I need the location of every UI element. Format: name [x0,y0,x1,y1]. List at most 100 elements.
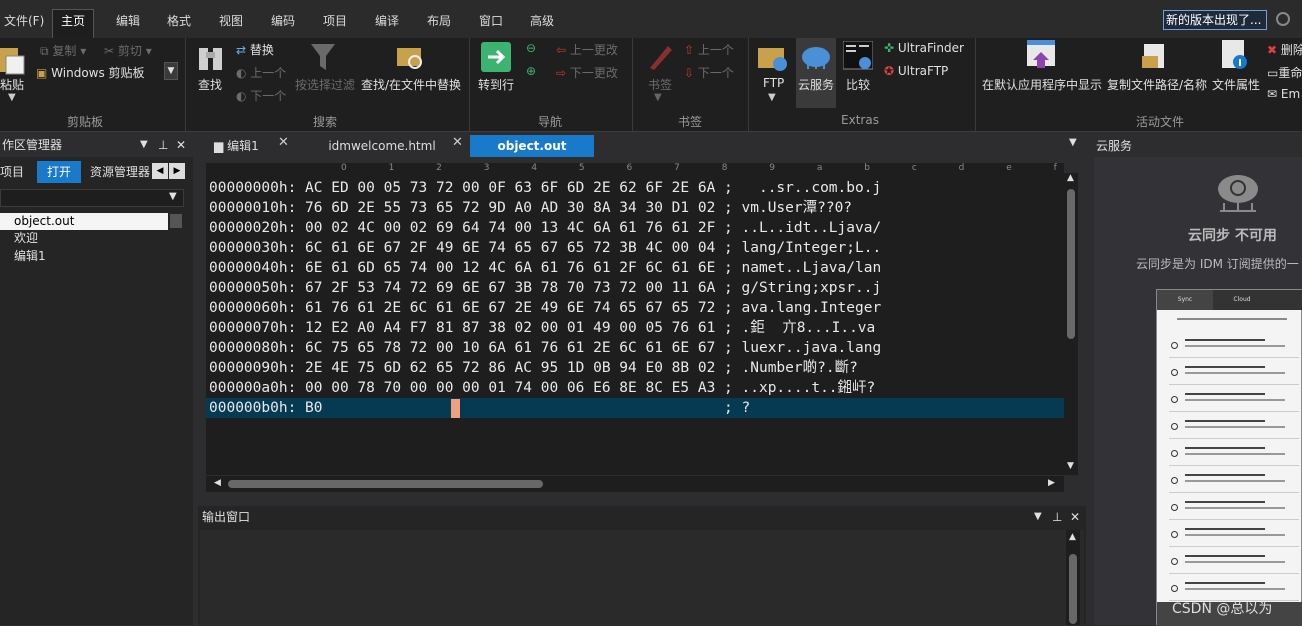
paste-dropdown-icon[interactable]: ▼ [8,92,16,103]
file-properties-button[interactable]: 文件属性 [1212,76,1260,93]
compare-icon [843,41,873,70]
tab-object-out[interactable]: object.out [470,135,594,157]
menu-format[interactable]: 格式 [159,10,199,32]
file-icon: ▆ [214,139,224,153]
update-notice[interactable]: 新的版本出现了... [1163,10,1267,30]
ftp-button[interactable]: FTP [763,76,784,90]
menu-compile[interactable]: 编译 [367,10,407,32]
extras-group-label: Extras [841,113,879,127]
prev-change-button[interactable]: ⇦ 上一更改 [556,41,618,58]
find-prev-button[interactable]: ◐ 上一个 [236,64,286,81]
editor-area: ▆ 编辑1 ✕ idmwelcome.html ✕ object.out ▼ 0… [198,133,1086,501]
prev-bookmark-label: 上一个 [697,43,734,57]
menu-advanced[interactable]: 高级 [522,10,562,32]
output-content[interactable]: ▲ [200,530,1084,625]
find-next-label: 下一个 [250,89,287,103]
cloud-description: 云同步是为 IDM 订阅提供的一 [1136,257,1299,271]
dropdown-icon[interactable]: ▼ [140,133,148,157]
vertical-scrollbar[interactable]: ▲ ▼ [1064,173,1078,475]
menu-encoding[interactable]: 编码 [263,10,303,32]
tab-idmwelcome-close-icon[interactable]: ✕ [452,135,463,150]
menu-home[interactable]: 主页 [52,9,95,38]
scroll-up-icon[interactable]: ▲ [1069,532,1076,542]
next-bookmark-button[interactable]: ⇩ 下一个 [684,64,734,81]
vertical-scrollbar[interactable]: ▲ [1066,530,1080,625]
tab-idmwelcome[interactable]: idmwelcome.html [298,135,466,157]
windows-clipboard-button[interactable]: ▣ Windows 剪贴板 [36,64,145,81]
tab-open[interactable]: 打开 [37,161,82,183]
dropdown-icon[interactable]: ▼ [1034,506,1042,528]
tab-scroll-right-icon[interactable]: ▶ [169,163,185,179]
windows-clipboard-label: Windows 剪贴板 [51,66,145,80]
filter-by-selection-button[interactable]: 按选择过滤 [295,76,355,93]
preview-tab-cloud: Cloud [1233,296,1251,303]
hex-line: 00000020h: 00 02 4C 00 02 69 64 74 00 13… [209,220,882,236]
email-button[interactable]: ✉ Em [1267,87,1300,101]
scroll-down-icon[interactable]: ▼ [1067,461,1074,471]
close-icon[interactable]: ✕ [176,133,186,157]
find-in-files-button[interactable]: 查找/在文件中替换 [361,76,461,93]
pin-icon[interactable]: ⊥ [158,133,168,157]
next-change-button[interactable]: ⇨ 下一更改 [556,64,618,81]
scroll-up-icon[interactable]: ▲ [1067,173,1074,183]
menu-edit[interactable]: 编辑 [108,10,148,32]
scroll-right-icon[interactable]: ▶ [1048,478,1055,488]
menu-layout[interactable]: 布局 [419,10,459,32]
bookmark-button[interactable]: 书签 [648,76,672,93]
menu-window[interactable]: 窗口 [471,10,511,32]
menu-project[interactable]: 项目 [315,10,355,32]
open-file-object-out[interactable]: object.out [0,213,168,230]
replace-icon: ⇄ [236,43,247,57]
ultraftp-button[interactable]: ✪ UltraFTP [884,64,948,78]
goto-line-button[interactable]: 转到行 [478,76,514,93]
open-file-welcome[interactable]: 欢迎 [0,230,38,247]
replace-button[interactable]: ⇄ 替换 [236,41,274,58]
cloud-services-button[interactable]: 云服务 [798,76,834,93]
ultrafinder-label: UltraFinder [897,41,964,55]
menu-file[interactable]: 文件(F) [0,10,52,32]
tab-list-dropdown-icon[interactable]: ▼ [1069,137,1077,148]
ultrafinder-button[interactable]: ✜ UltraFinder [884,41,964,55]
close-icon[interactable]: ✕ [1070,506,1080,528]
find-prev-label: 上一个 [250,66,287,80]
open-file-edit1[interactable]: 编辑1 [0,248,46,265]
pin-icon[interactable]: ⊥ [1052,506,1062,528]
bookmark-dropdown-icon[interactable]: ▼ [654,92,662,103]
next-bookmark-icon: ⇩ [684,66,695,80]
horizontal-scrollbar[interactable]: ◀ ▶ [206,476,1064,492]
hex-line: 00000010h: 76 6D 2E 55 73 65 72 9D A0 AD… [209,200,853,216]
hex-editor[interactable]: 00000000h: AC ED 00 05 73 72 00 0F 63 6F… [206,177,1064,475]
file-filter-dropdown[interactable]: ▼ [0,189,184,207]
chevron-down-icon: ▼ [169,191,177,202]
scroll-thumb[interactable] [228,480,543,488]
refresh-icon[interactable] [1276,12,1290,26]
scroll-left-icon[interactable]: ◀ [214,478,221,488]
scroll-thumb[interactable] [1067,189,1075,339]
active-file-group-label: 活动文件 [1135,115,1184,129]
copy-button[interactable]: ⧉ 复制 ▾ [40,42,86,59]
workspace-tabs: 项目 打开 资源管理器 ◀ ▶ [0,159,193,183]
rename-button[interactable]: ▭重命 [1267,64,1302,81]
tab-explorer[interactable]: 资源管理器 [86,161,154,183]
tab-edit1-close-icon[interactable]: ✕ [278,135,289,150]
cut-button[interactable]: ✂ 剪切 ▾ [104,42,152,59]
ruler-labels: 0 1 2 3 4 5 6 7 8 9 a b c d e f [341,163,1077,173]
open-default-app-button[interactable]: 在默认应用程序中显示 [982,76,1102,93]
scroll-thumb[interactable] [1069,554,1077,624]
tab-scroll-left-icon[interactable]: ◀ [152,163,168,179]
prev-bookmark-button[interactable]: ⇧ 上一个 [684,41,734,58]
find-button[interactable]: 查找 [198,76,222,93]
copy-path-button[interactable]: 复制文件路径/名称 [1107,76,1207,93]
tab-project[interactable]: 项目 [0,161,28,183]
preview-text [1177,318,1287,320]
nav-back-icon[interactable]: ⊖ [526,41,536,55]
clipboard-dropdown-icon[interactable]: ▼ [164,62,178,80]
ftp-dropdown-icon[interactable]: ▼ [768,92,776,103]
delete-button[interactable]: ✖ 删除 [1267,41,1302,58]
compare-button[interactable]: 比较 [846,76,870,93]
menu-view[interactable]: 视图 [211,10,251,32]
file-properties-icon [1222,40,1247,69]
find-next-button[interactable]: ◐ 下一个 [236,87,286,104]
paste-button[interactable]: 粘贴 [0,76,24,93]
nav-forward-icon[interactable]: ⊕ [526,64,536,78]
